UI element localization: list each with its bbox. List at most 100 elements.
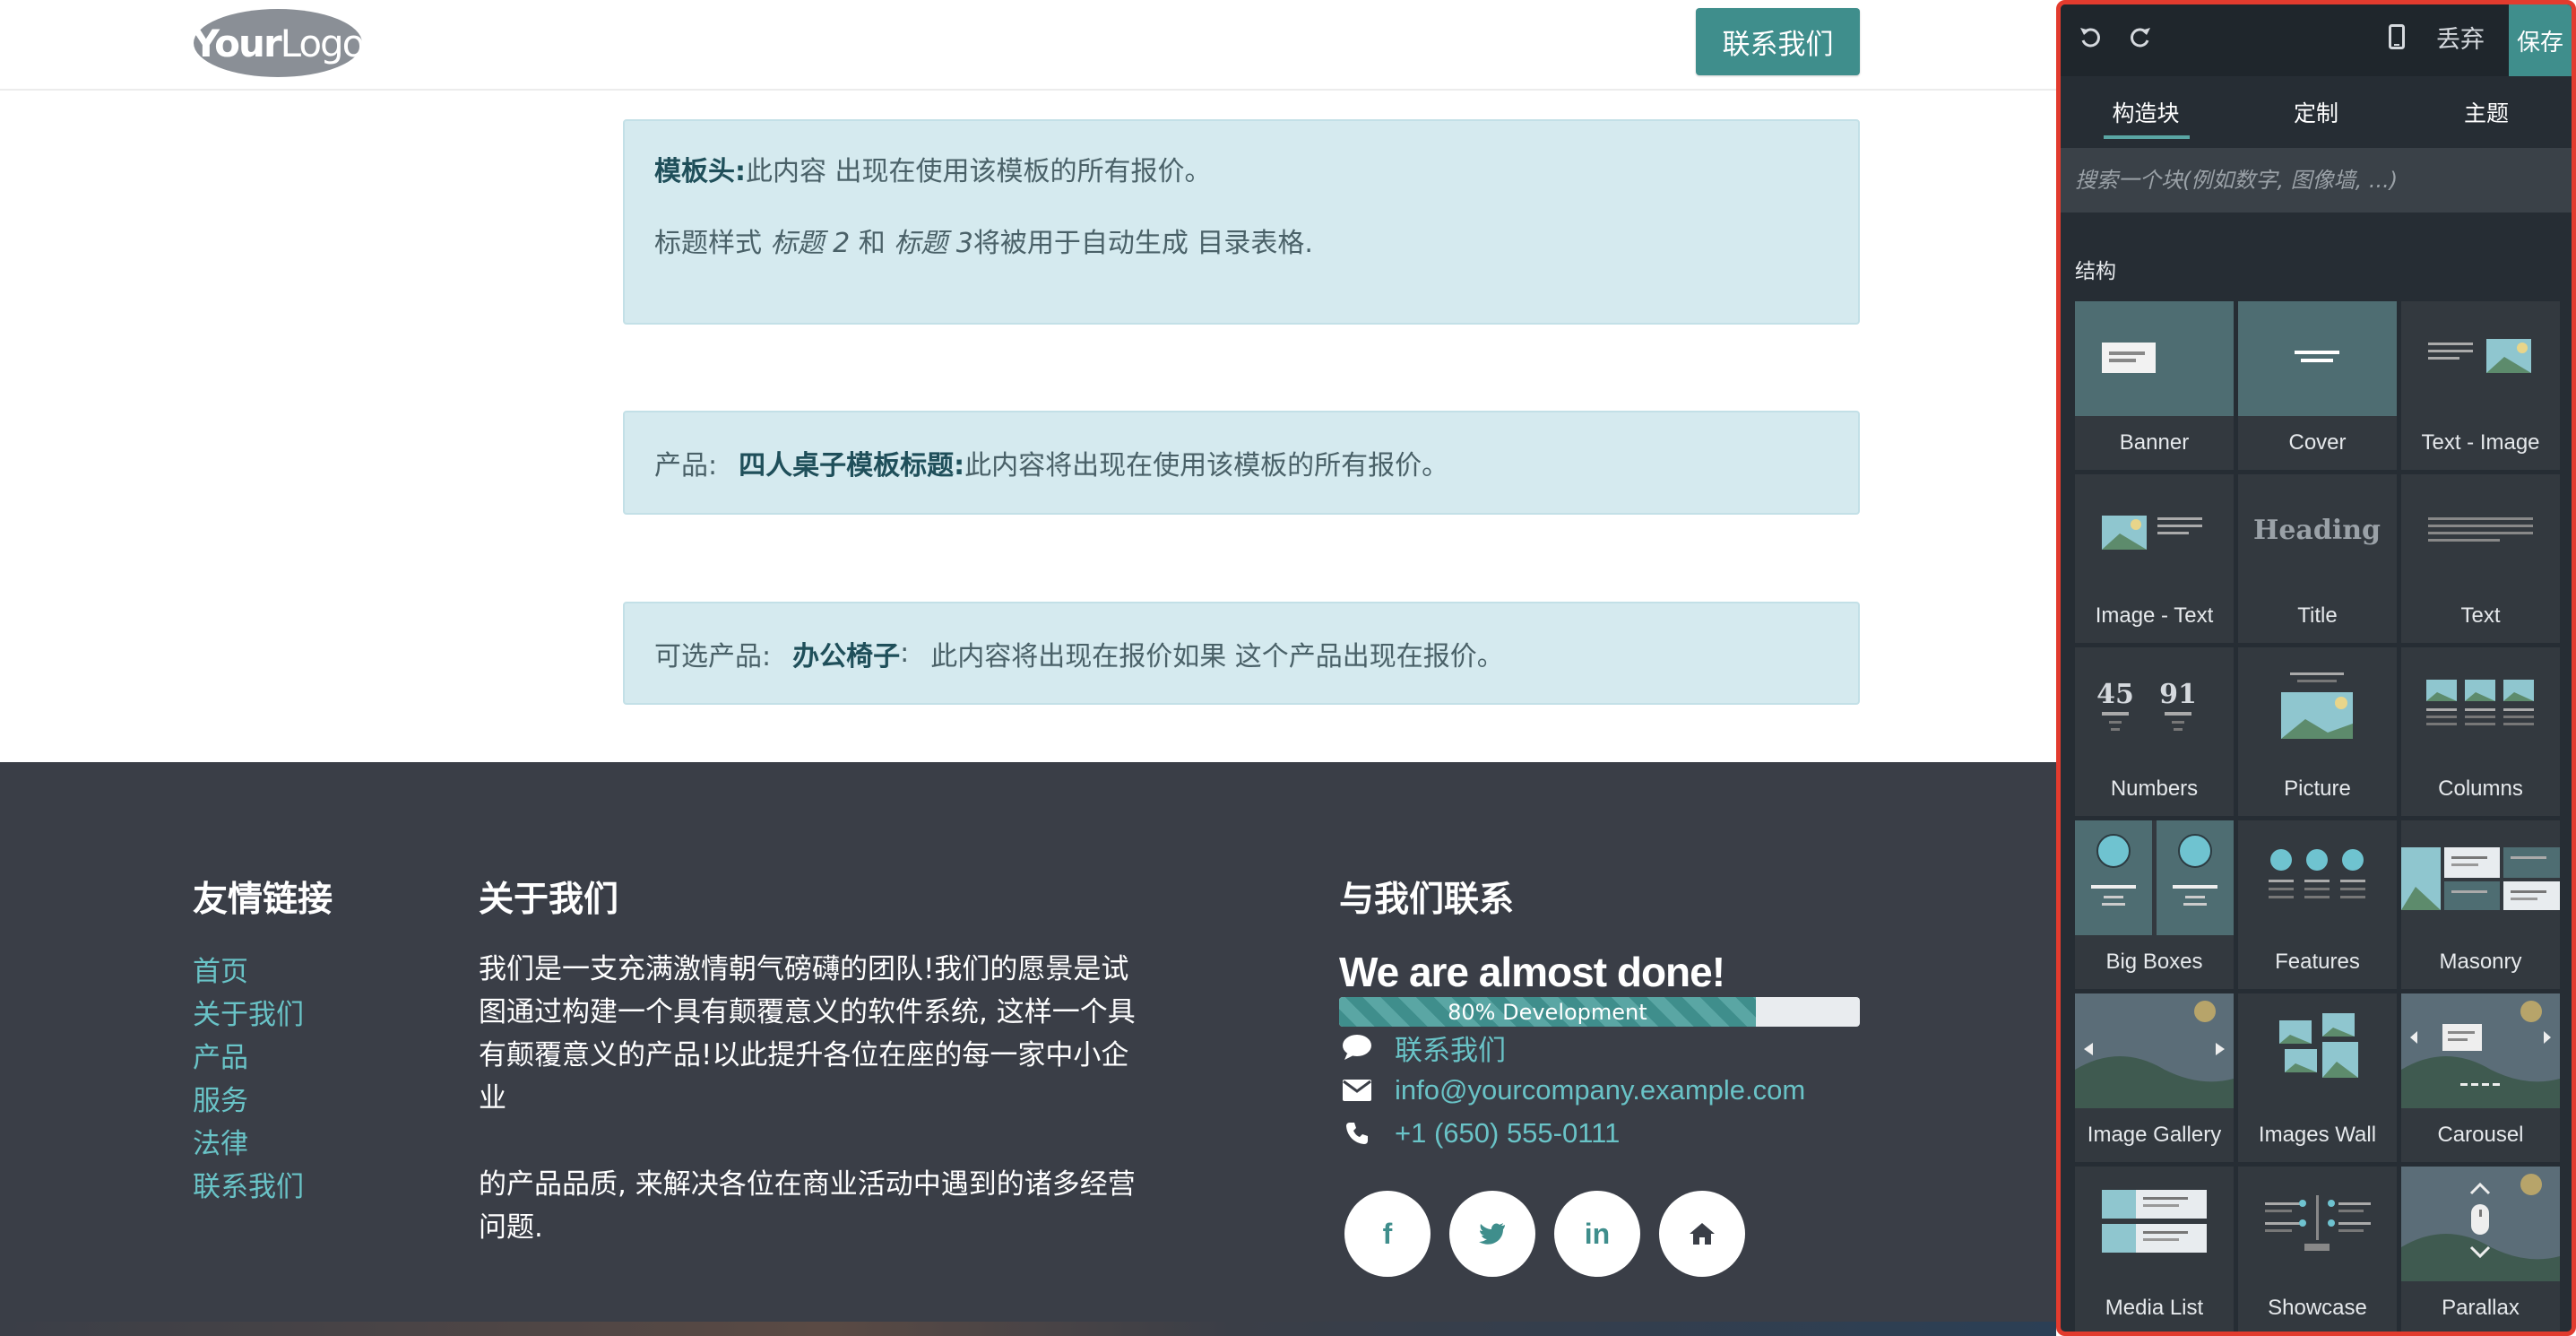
website-page: Your Logo 联系我们 模板头:此内容 出现在使用该模板的所有报价。 标题样… <box>0 0 2056 1336</box>
block-banner[interactable]: Banner <box>2075 301 2234 470</box>
block-label: Columns <box>2438 776 2523 801</box>
twitter-button[interactable] <box>1449 1191 1535 1277</box>
block-images-wall[interactable]: Images Wall <box>2238 993 2397 1162</box>
block-numbers[interactable]: 45 91 Numbers <box>2075 647 2234 816</box>
mobile-preview-button[interactable] <box>2376 4 2417 69</box>
text-thumbnail <box>2428 517 2533 542</box>
footer-link-contact[interactable]: 联系我们 <box>193 1166 304 1209</box>
block-label: Masonry <box>2439 950 2522 974</box>
contact-us-button[interactable]: 联系我们 <box>1696 8 1860 75</box>
picture-thumbnail <box>2281 672 2353 739</box>
contact-message-link[interactable]: 联系我们 <box>1395 1028 1506 1068</box>
title-thumb-text: Heading <box>2253 515 2381 546</box>
heading-style-line: 标题样式 标题 2 和 标题 3将被用于自动生成 目录表格. <box>654 224 1828 264</box>
footer-link-home[interactable]: 首页 <box>193 950 304 993</box>
discard-button[interactable]: 丢弃 <box>2428 4 2493 69</box>
images-wall-thumbnail <box>2279 1013 2358 1078</box>
numbers-thumbnail: 45 91 <box>2096 679 2197 731</box>
logo-text-bold: Your <box>192 21 282 65</box>
product-text: 此内容将出现在使用该模板的所有报价。 <box>964 450 1449 481</box>
home-icon <box>1690 1223 1715 1245</box>
optional-label: 办公椅子 <box>792 640 901 672</box>
footer-link-services[interactable]: 服务 <box>193 1080 304 1123</box>
block-label: Features <box>2275 950 2360 974</box>
heading-style-text: 标题样式 <box>654 228 762 259</box>
footer-link-products[interactable]: 产品 <box>193 1037 304 1080</box>
cover-thumbnail <box>2238 301 2397 416</box>
tab-customize[interactable]: 定制 <box>2231 76 2401 148</box>
facebook-button[interactable]: f <box>1344 1191 1431 1277</box>
site-header: Your Logo 联系我们 <box>0 0 2056 91</box>
big-boxes-thumbnail <box>2075 820 2234 935</box>
linkedin-icon: in <box>1584 1217 1611 1250</box>
image-gallery-thumbnail <box>2075 993 2234 1108</box>
footer-link-legal[interactable]: 法律 <box>193 1123 304 1166</box>
block-label: Title <box>2297 603 2338 628</box>
logo-text-light: Logo <box>280 21 366 65</box>
heading-3-label: 标题 3 <box>894 228 973 259</box>
mobile-phone-icon <box>2389 24 2405 49</box>
footer-link-about[interactable]: 关于我们 <box>193 993 304 1037</box>
block-parallax[interactable]: Parallax <box>2401 1167 2560 1332</box>
block-image-text[interactable]: Image - Text <box>2075 474 2234 643</box>
block-label: Media List <box>2105 1296 2204 1320</box>
features-thumbnail <box>2269 849 2365 898</box>
block-cover[interactable]: Cover <box>2238 301 2397 470</box>
optional-text: 此内容将出现在报价如果 这个产品出现在报价。 <box>930 640 1504 672</box>
template-header-label: 模板头: <box>654 156 746 187</box>
undo-icon <box>2080 28 2100 48</box>
block-label: Big Boxes <box>2105 950 2203 974</box>
linkedin-button[interactable]: in <box>1554 1191 1640 1277</box>
block-text-image[interactable]: Text - Image <box>2401 301 2560 470</box>
phone-icon <box>1339 1115 1375 1151</box>
footer-links: 首页 关于我们 产品 服务 法律 联系我们 <box>193 950 304 1209</box>
chat-bubble-icon <box>1339 1029 1375 1065</box>
columns-thumbnail <box>2426 680 2534 725</box>
undo-button[interactable] <box>2068 4 2113 69</box>
structure-section-label: 结构 <box>2075 260 2116 283</box>
redo-button[interactable] <box>2118 4 2163 69</box>
contact-phone-link[interactable]: +1 (650) 555-0111 <box>1395 1117 1620 1149</box>
footer-bottom-strip <box>0 1322 2056 1336</box>
showcase-thumbnail <box>2265 1195 2371 1251</box>
block-label: Numbers <box>2110 776 2199 801</box>
about-paragraph-1: 我们是一支充满激情朝气磅礴的团队!我们的愿景是试图通过构建一个具有颠覆意义的软件… <box>479 953 1136 1115</box>
site-logo[interactable]: Your Logo <box>192 7 366 79</box>
product-label: 四人桌子模板标题: <box>739 450 965 481</box>
block-masonry[interactable]: Masonry <box>2401 820 2560 989</box>
block-image-gallery[interactable]: Image Gallery <box>2075 993 2234 1162</box>
block-label: Text <box>2460 603 2501 628</box>
block-showcase[interactable]: Showcase <box>2238 1167 2397 1332</box>
block-label: Text - Image <box>2421 430 2540 455</box>
template-header-alert: 模板头:此内容 出现在使用该模板的所有报价。 标题样式 标题 2 和 标题 3将… <box>623 119 1860 325</box>
block-big-boxes[interactable]: Big Boxes <box>2075 820 2234 989</box>
logo-text: Your Logo <box>192 7 366 79</box>
editor-toolbar: 丢弃 保存 <box>2061 4 2572 76</box>
home-button[interactable] <box>1659 1191 1745 1277</box>
and-text: 和 <box>858 228 886 259</box>
title-thumbnail: Heading <box>2253 515 2381 546</box>
contact-email-link[interactable]: info@yourcompany.example.com <box>1395 1074 1805 1106</box>
image-text-thumbnail <box>2102 516 2202 550</box>
block-label: Images Wall <box>2258 1123 2377 1147</box>
contact-title: 与我们联系 <box>1339 880 1515 920</box>
block-features[interactable]: Features <box>2238 820 2397 989</box>
block-carousel[interactable]: Carousel <box>2401 993 2560 1162</box>
block-media-list[interactable]: Media List <box>2075 1167 2234 1332</box>
envelope-icon <box>1339 1072 1375 1108</box>
block-text[interactable]: Text <box>2401 474 2560 643</box>
template-header-text: 此内容 出现在使用该模板的所有报价。 <box>746 156 1212 187</box>
block-search-input[interactable] <box>2061 148 2572 213</box>
numbers-thumb-2: 91 <box>2159 679 2197 710</box>
block-title[interactable]: Heading Title <box>2238 474 2397 643</box>
product-prefix: 产品: <box>654 450 718 481</box>
tab-theme[interactable]: 主题 <box>2401 76 2572 148</box>
save-button[interactable]: 保存 <box>2509 4 2572 76</box>
block-columns[interactable]: Columns <box>2401 647 2560 816</box>
block-picture[interactable]: Picture <box>2238 647 2397 816</box>
optional-product-alert: 可选产品: 办公椅子: 此内容将出现在报价如果 这个产品出现在报价。 <box>623 602 1860 705</box>
optional-colon: : <box>900 638 910 669</box>
block-label: Image - Text <box>2095 603 2214 628</box>
text-image-thumbnail <box>2428 339 2531 373</box>
numbers-thumb-1: 45 <box>2096 679 2134 710</box>
